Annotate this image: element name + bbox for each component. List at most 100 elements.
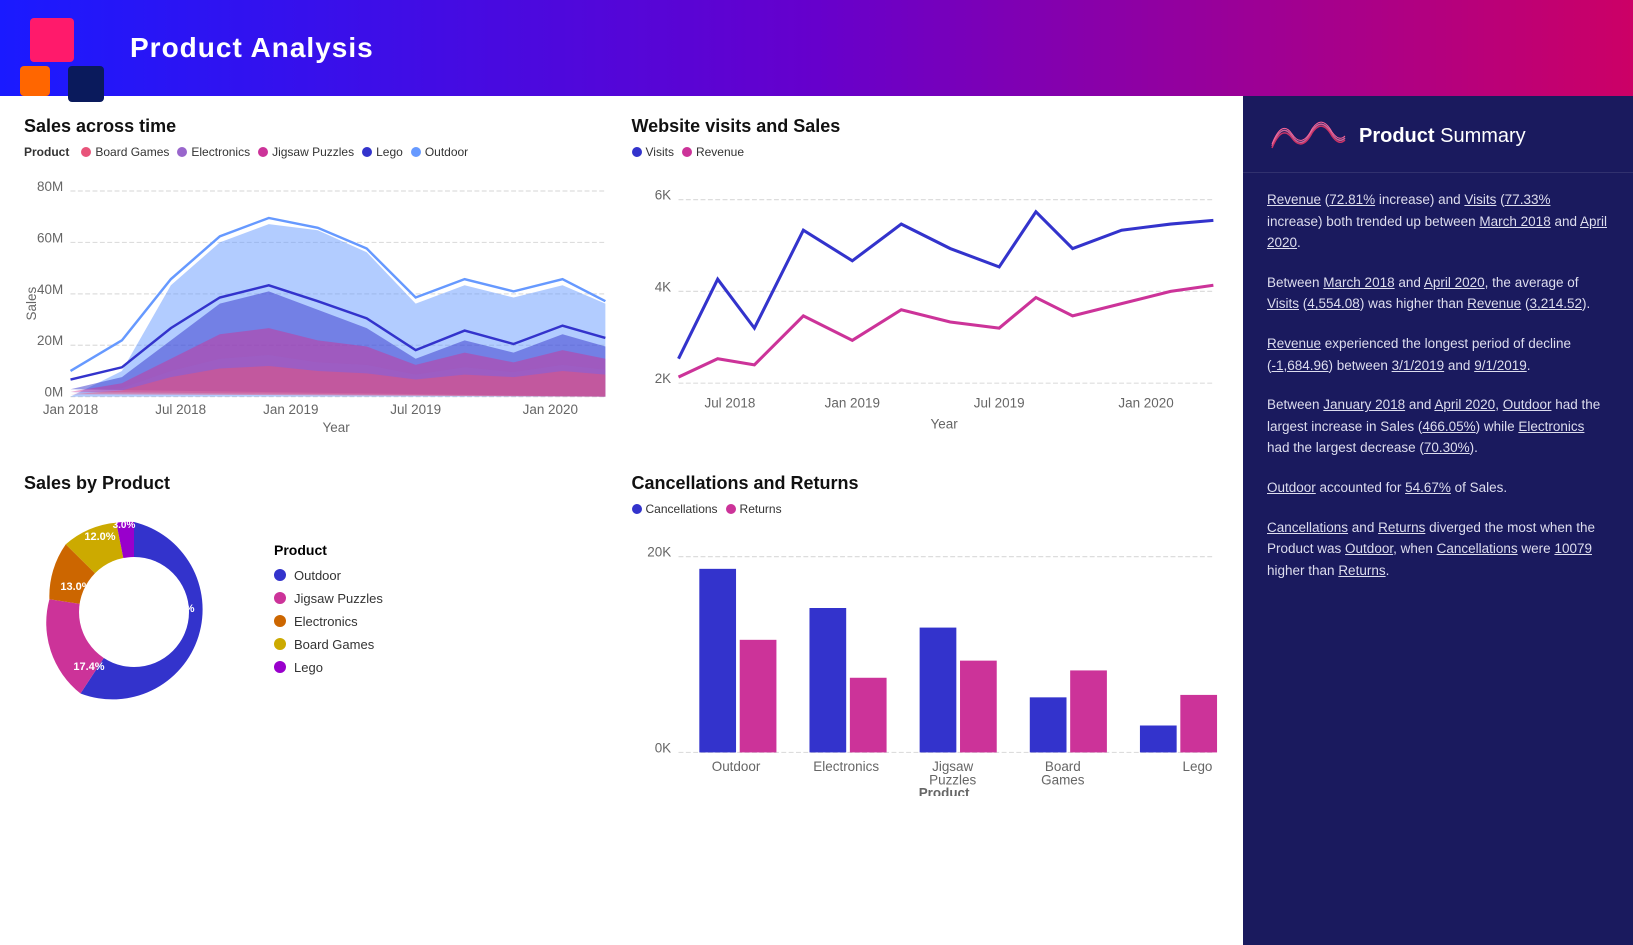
y-label-60m: 60M	[37, 230, 63, 245]
visits-chart: 6K 4K 2K Jul 2018 Jan 2019 Jul 2019 Jan …	[632, 169, 1220, 438]
summary-p2: Revenue experienced the longest period o…	[1267, 333, 1609, 376]
page-title: Product Analysis	[130, 32, 374, 64]
summary-p3: Between January 2018 and April 2020, Out…	[1267, 394, 1609, 459]
legend-lego: Lego	[362, 145, 403, 159]
pie-dot-lego	[274, 661, 286, 673]
bar-board-cancel	[1029, 698, 1066, 753]
x-lego: Lego	[1182, 759, 1212, 774]
summary-title: Product Summary	[1359, 125, 1526, 148]
bar-elec-cancel	[809, 608, 846, 752]
logo-dark-square	[68, 66, 104, 102]
main-layout: Sales across time Product Board Games El…	[0, 96, 1633, 945]
legend-dot-returns	[726, 504, 736, 514]
y-axis-label: Sales	[24, 287, 39, 321]
charts-area: Sales across time Product Board Games El…	[0, 96, 1243, 945]
logo	[30, 18, 110, 78]
pie-legend-lego: Lego	[274, 660, 383, 675]
x-axis-label: Year	[323, 420, 351, 435]
legend-electronics: Electronics	[177, 145, 250, 159]
x-label-jul19: Jul 2019	[390, 402, 441, 417]
summary-waves-icon	[1267, 116, 1347, 156]
legend-cancellations: Cancellations	[632, 502, 718, 516]
pie-legend-board-games: Board Games	[274, 637, 383, 652]
sales-legend-label: Product	[24, 145, 69, 159]
x-jan20: Jan 2020	[1118, 396, 1173, 411]
bar-elec-return	[849, 678, 886, 753]
sales-area-chart: 80M 60M 40M 20M 0M Sales	[24, 169, 612, 438]
summary-p5: Cancellations and Returns diverged the m…	[1267, 517, 1609, 582]
pie-section: 54.7% 17.4% 13.0% 12.0% 3.0% Product Out…	[24, 502, 612, 722]
summary-panel: Product Summary Revenue (72.81% increase…	[1243, 96, 1633, 945]
logo-pink-square	[30, 18, 74, 62]
legend-returns: Returns	[726, 502, 782, 516]
y-0k: 0K	[654, 741, 670, 756]
sales-across-time-title: Sales across time	[24, 116, 612, 137]
legend-dot-revenue	[682, 147, 692, 157]
legend-visits: Visits	[632, 145, 674, 159]
pie-legend-outdoor: Outdoor	[274, 568, 383, 583]
legend-jigsaw: Jigsaw Puzzles	[258, 145, 354, 159]
x-label-jan19: Jan 2019	[263, 402, 318, 417]
x-electronics: Electronics	[813, 759, 879, 774]
bar-jigsaw-return	[960, 661, 997, 753]
summary-p4: Outdoor accounted for 54.67% of Sales.	[1267, 477, 1609, 499]
pie-label-outdoor: 54.7%	[163, 603, 194, 615]
legend-dot-electronics	[177, 147, 187, 157]
cancellations-title: Cancellations and Returns	[632, 473, 1220, 494]
y-4k: 4K	[654, 279, 670, 294]
bar-outdoor-cancel	[699, 569, 736, 753]
y-label-80m: 80M	[37, 179, 63, 194]
header: Product Analysis	[0, 0, 1633, 96]
x-jan19: Jan 2019	[824, 396, 879, 411]
revenue-line	[678, 285, 1213, 377]
bar-outdoor-return	[739, 640, 776, 753]
pie-dot-outdoor	[274, 569, 286, 581]
pie-dot-board-games	[274, 638, 286, 650]
cancel-legend: Cancellations Returns	[632, 502, 1220, 516]
visits-line	[678, 212, 1213, 359]
pie-legend-jigsaw: Jigsaw Puzzles	[274, 591, 383, 606]
legend-dot-board-games	[81, 147, 91, 157]
sales-legend: Product Board Games Electronics Jigsaw P…	[24, 145, 612, 159]
y-label-40m: 40M	[37, 282, 63, 297]
x-label-jan20: Jan 2020	[523, 402, 578, 417]
pie-legend-electronics: Electronics	[274, 614, 383, 629]
legend-board-games: Board Games	[81, 145, 169, 159]
y-label-20m: 20M	[37, 333, 63, 348]
website-visits-panel: Website visits and Sales Visits Revenue …	[632, 116, 1220, 443]
pie-legend-title: Product	[274, 542, 383, 558]
y-label-0m: 0M	[44, 385, 63, 400]
cancellations-chart: 20K 0K	[632, 526, 1220, 795]
pie-chart: 54.7% 17.4% 13.0% 12.0% 3.0%	[24, 502, 244, 722]
pie-dot-electronics	[274, 615, 286, 627]
legend-revenue: Revenue	[682, 145, 744, 159]
y-20k: 20K	[647, 545, 671, 560]
summary-content: Revenue (72.81% increase) and Visits (77…	[1243, 173, 1633, 945]
legend-dot-lego	[362, 147, 372, 157]
visits-legend: Visits Revenue	[632, 145, 1220, 159]
charts-row-1: Sales across time Product Board Games El…	[24, 116, 1219, 443]
x-label-jul18: Jul 2018	[155, 402, 206, 417]
legend-dot-outdoor	[411, 147, 421, 157]
pie-label-jigsaw: 17.4%	[73, 661, 104, 673]
summary-p1: Between March 2018 and April 2020, the a…	[1267, 272, 1609, 315]
bar-jigsaw-cancel	[919, 628, 956, 753]
legend-dot-cancellations	[632, 504, 642, 514]
x-label-jan18: Jan 2018	[43, 402, 98, 417]
x-jul18: Jul 2018	[704, 396, 755, 411]
charts-row-2: Sales by Product	[24, 473, 1219, 800]
logo-orange-square	[20, 66, 50, 96]
sales-by-product-panel: Sales by Product	[24, 473, 612, 800]
summary-p0: Revenue (72.81% increase) and Visits (77…	[1267, 189, 1609, 254]
summary-header: Product Summary	[1243, 96, 1633, 173]
sales-by-product-title: Sales by Product	[24, 473, 612, 494]
y-2k: 2K	[654, 371, 670, 386]
sales-across-time-panel: Sales across time Product Board Games El…	[24, 116, 612, 443]
bar-board-return	[1070, 671, 1107, 753]
x-board-2: Games	[1041, 773, 1085, 788]
pie-dot-jigsaw	[274, 592, 286, 604]
bar-lego-cancel	[1139, 726, 1176, 753]
pie-legend: Product Outdoor Jigsaw Puzzles Electroni…	[274, 542, 383, 683]
x-axis-label-visits: Year	[930, 416, 958, 431]
pie-label-electronics: 13.0%	[60, 581, 91, 593]
